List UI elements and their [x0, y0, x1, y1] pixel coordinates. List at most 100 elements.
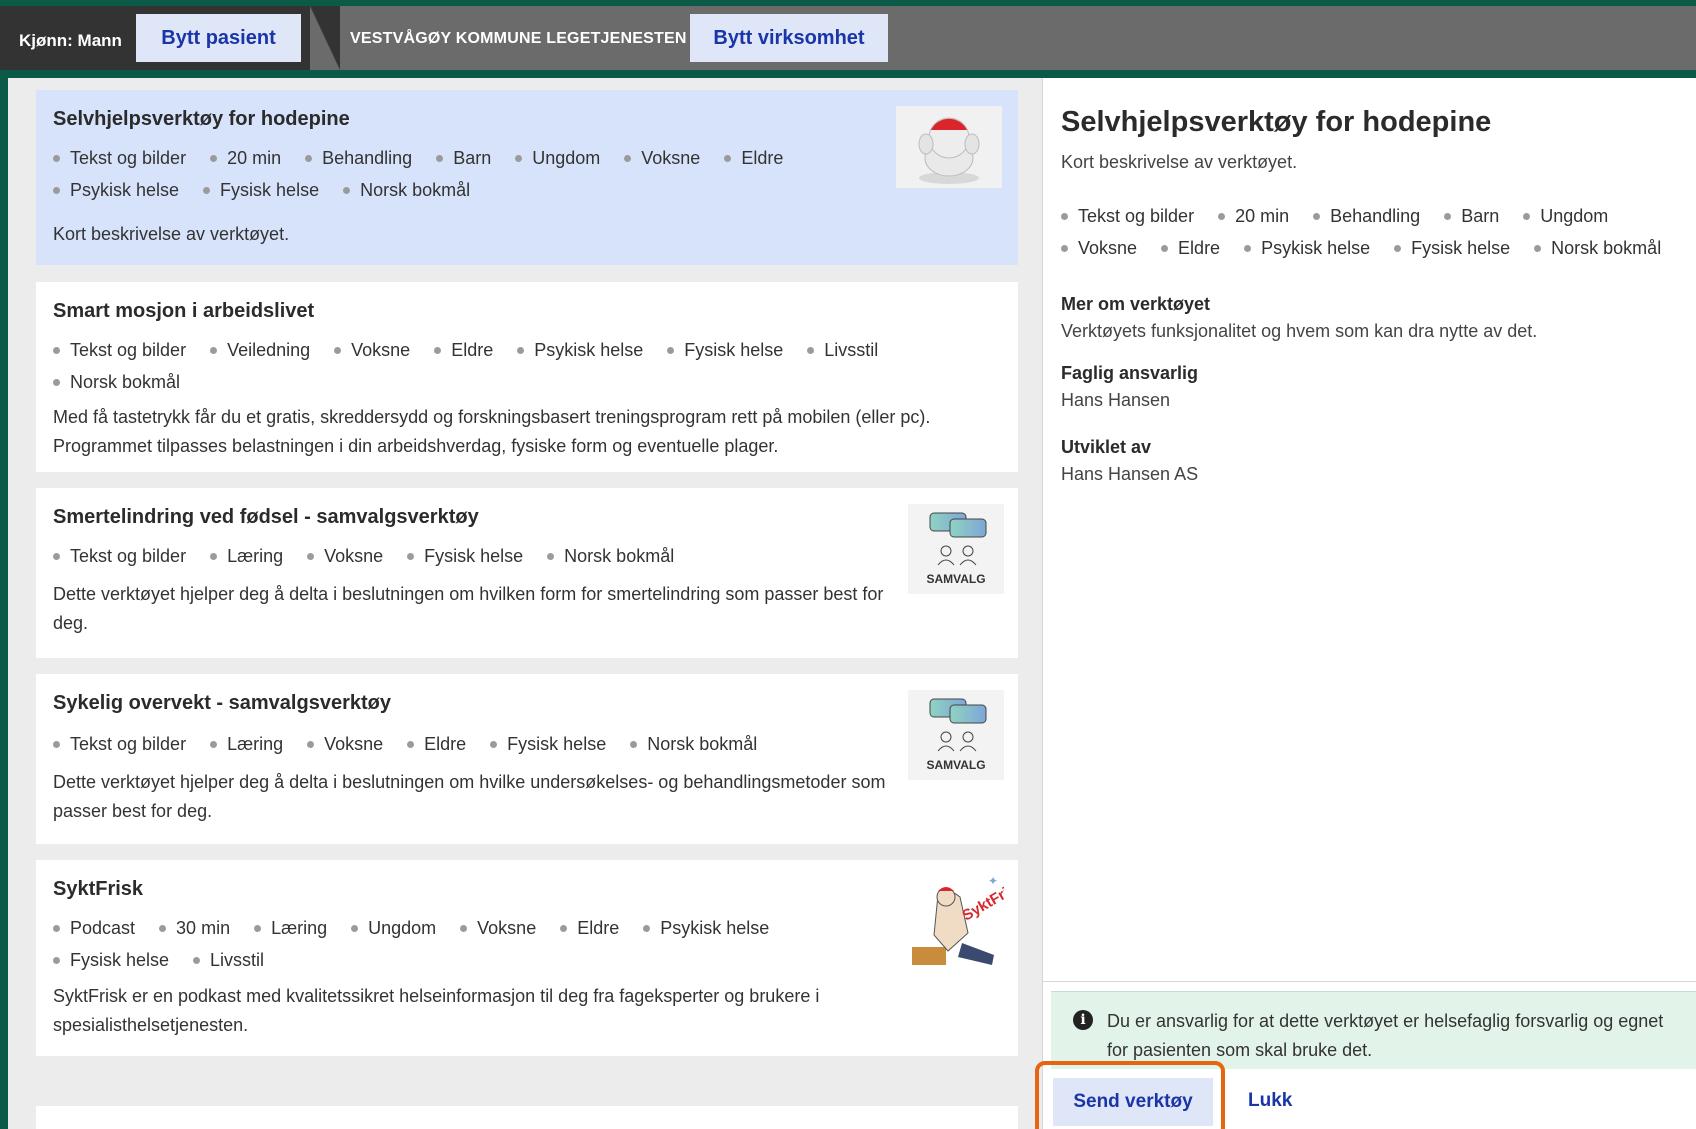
description-line: passer best for deg.	[53, 801, 213, 821]
samvalg-label: SAMVALG	[926, 758, 985, 772]
tool-title: Smart mosjon i arbeidslivet	[53, 300, 315, 322]
tag: Norsk bokmål	[547, 546, 674, 567]
tool-description: Med få tastetrykk får du et gratis, skre…	[53, 403, 930, 461]
tool-tags: Podcast 30 min Læring Ungdom Voksne Eldr…	[53, 918, 813, 971]
tag: Voksne	[624, 148, 700, 169]
tag: Podcast	[53, 918, 135, 939]
tag: 30 min	[159, 918, 230, 939]
tool-tags: Tekst og bilder Læring Voksne Fysisk hel…	[53, 546, 833, 567]
tool-tags: Tekst og bilder 20 min Behandling Barn U…	[53, 148, 813, 201]
tag: Ungdom	[351, 918, 436, 939]
tool-card-smertelindring[interactable]: Smertelindring ved fødsel - samvalgsverk…	[36, 488, 1018, 658]
description-line: Dette verktøyet hjelper deg å delta i be…	[53, 772, 886, 792]
tool-title: Smertelindring ved fødsel - samvalgsverk…	[53, 506, 479, 528]
divider	[1043, 981, 1696, 982]
tag: Norsk bokmål	[1534, 238, 1661, 259]
description-line: Med få tastetrykk får du et gratis, skre…	[53, 407, 931, 427]
tag: Fysisk helse	[53, 950, 169, 971]
tag: Psykisk helse	[1244, 238, 1370, 259]
tag: Barn	[1444, 206, 1499, 227]
tag: Livsstil	[807, 340, 878, 361]
more-about-value: Verktøyets funksjonalitet og hvem som ka…	[1061, 321, 1538, 341]
tool-title: SyktFrisk	[53, 878, 144, 900]
tag: Eldre	[407, 734, 466, 755]
organization-name: VESTVÅGØY KOMMUNE LEGETJENESTEN	[350, 30, 687, 47]
tag: Fysisk helse	[667, 340, 783, 361]
developer-label: Utviklet av	[1061, 437, 1152, 457]
samvalg-icon: SAMVALG	[908, 504, 1004, 594]
tag: Barn	[436, 148, 491, 169]
syktfrisk-logo: SyktFrisk ✦	[908, 874, 1004, 966]
detail-title: Selvhjelpsverktøy for hodepine	[1061, 106, 1492, 138]
tag: Behandling	[305, 148, 412, 169]
tag: Voksne	[460, 918, 536, 939]
description-line: spesialisthelsetjenesten.	[53, 1015, 249, 1035]
samvalg-icon: SAMVALG	[908, 690, 1004, 780]
more-about-label: Mer om verktøyet	[1061, 294, 1211, 314]
developer-value: Hans Hansen AS	[1061, 464, 1199, 484]
tool-description: SyktFrisk er en podkast med kvalitetssik…	[53, 982, 819, 1040]
tag: Tekst og bilder	[53, 546, 186, 567]
description-line: Dette verktøyet hjelper deg å delta i be…	[53, 584, 884, 604]
tag: Eldre	[1161, 238, 1220, 259]
tag: Tekst og bilder	[53, 148, 186, 169]
tag: Tekst og bilder	[1061, 206, 1194, 227]
tag: Fysisk helse	[203, 180, 319, 201]
notice-text: Du er ansvarlig for at dette verktøyet e…	[1107, 1011, 1664, 1060]
tag: Læring	[210, 734, 283, 755]
tool-description: Dette verktøyet hjelper deg å delta i be…	[53, 768, 885, 826]
tag: Psykisk helse	[517, 340, 643, 361]
tag: Psykisk helse	[53, 180, 179, 201]
tool-card-smart-mosjon[interactable]: Smart mosjon i arbeidslivet Tekst og bil…	[36, 282, 1018, 472]
tag: Eldre	[724, 148, 783, 169]
description-line: deg.	[53, 613, 89, 633]
tool-list: Selvhjelpsverktøy for hodepine Tekst og …	[8, 78, 1042, 1129]
tag: Eldre	[434, 340, 493, 361]
tag: Voksne	[334, 340, 410, 361]
close-button[interactable]: Lukk	[1248, 1090, 1292, 1112]
tag: Læring	[254, 918, 327, 939]
samvalg-label: SAMVALG	[926, 572, 985, 586]
headache-figure-icon	[896, 106, 1002, 188]
tool-tags: Tekst og bilder Læring Voksne Eldre Fysi…	[53, 734, 833, 755]
detail-subtitle: Kort beskrivelse av verktøyet.	[1061, 152, 1298, 172]
tool-card-hodepine[interactable]: Selvhjelpsverktøy for hodepine Tekst og …	[36, 90, 1018, 265]
tag: Livsstil	[193, 950, 264, 971]
detail-tags: Tekst og bilder 20 min Behandling Barn U…	[1061, 206, 1691, 259]
tag: Ungdom	[515, 148, 600, 169]
responsibility-notice: i Du er ansvarlig for at dette verktøyet…	[1051, 991, 1696, 1069]
tool-title: Sykelig overvekt - samvalgsverktøy	[53, 692, 391, 714]
responsible-value: Hans Hansen	[1061, 390, 1171, 410]
tag: Voksne	[307, 734, 383, 755]
svg-text:✦: ✦	[988, 874, 998, 888]
tag: Fysisk helse	[407, 546, 523, 567]
send-tool-button[interactable]: Send verktøy	[1053, 1078, 1213, 1126]
tag: Eldre	[560, 918, 619, 939]
tag: Norsk bokmål	[343, 180, 470, 201]
responsible-label: Faglig ansvarlig	[1061, 363, 1199, 383]
tool-card-next[interactable]	[36, 1106, 1018, 1129]
description-line: Programmet tilpasses belastningen i din …	[53, 436, 779, 456]
tag: Behandling	[1313, 206, 1420, 227]
info-icon: i	[1073, 1010, 1093, 1030]
tag: Voksne	[307, 546, 383, 567]
tag: Voksne	[1061, 238, 1137, 259]
tag: Psykisk helse	[643, 918, 769, 939]
divider	[310, 6, 340, 70]
tool-card-syktfrisk[interactable]: SyktFrisk Podcast 30 min Læring Ungdom V…	[36, 860, 1018, 1056]
tag: Norsk bokmål	[53, 372, 180, 393]
tag: Fysisk helse	[490, 734, 606, 755]
tag: Veiledning	[210, 340, 310, 361]
tool-detail-panel: Selvhjelpsverktøy for hodepine Kort besk…	[1035, 78, 1696, 1129]
switch-patient-button[interactable]: Bytt pasient	[136, 14, 301, 62]
top-bar: Kjønn: Mann Bytt pasient VESTVÅGØY KOMMU…	[0, 6, 1696, 70]
tool-card-sykelig-overvekt[interactable]: Sykelig overvekt - samvalgsverktøy Tekst…	[36, 674, 1018, 844]
switch-business-button[interactable]: Bytt virksomhet	[690, 14, 888, 62]
tag: Tekst og bilder	[53, 340, 186, 361]
tool-description: Kort beskrivelse av verktøyet.	[53, 224, 290, 244]
tool-description: Dette verktøyet hjelper deg å delta i be…	[53, 580, 883, 638]
description-line: SyktFrisk er en podkast med kvalitetssik…	[53, 986, 820, 1006]
tag: 20 min	[210, 148, 281, 169]
tag: Ungdom	[1523, 206, 1608, 227]
tool-title: Selvhjelpsverktøy for hodepine	[53, 108, 350, 130]
